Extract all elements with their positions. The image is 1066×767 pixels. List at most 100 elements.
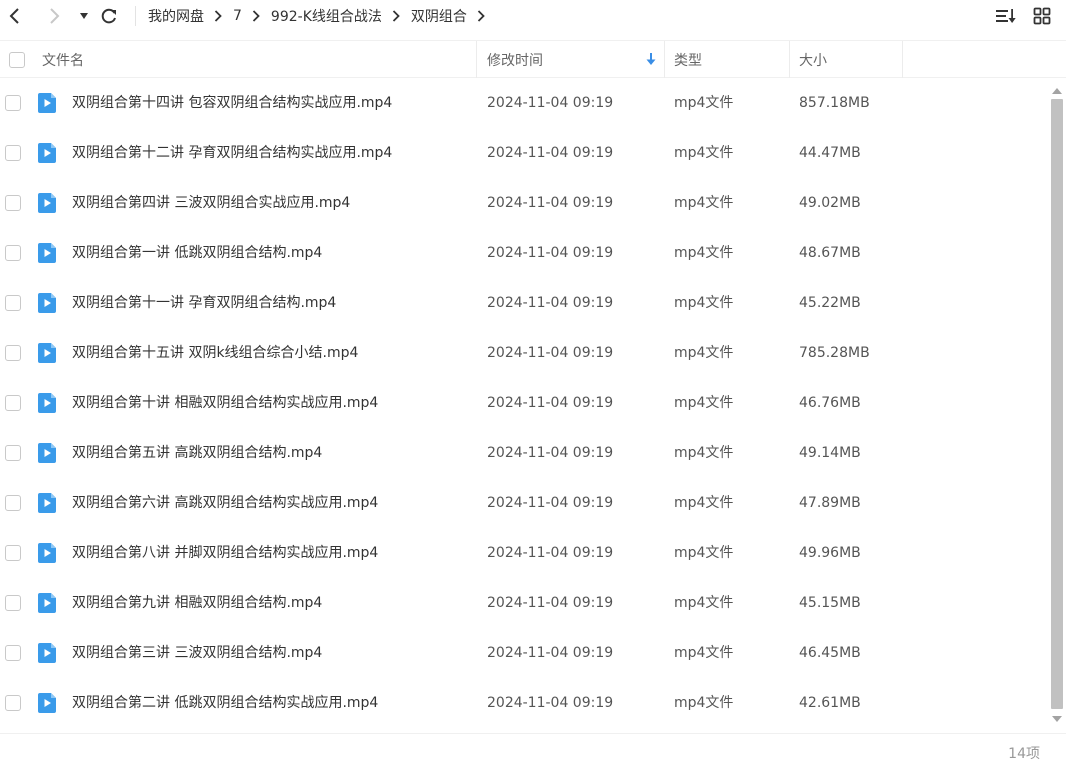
file-name[interactable]: 双阴组合第十四讲 包容双阴组合结构实战应用.mp4 [72,78,392,128]
breadcrumb-item-current[interactable]: 双阴组合 [411,6,467,26]
row-checkbox[interactable] [5,595,21,611]
scroll-down-arrow-icon[interactable] [1050,714,1064,726]
file-name[interactable]: 双阴组合第八讲 并脚双阴组合结构实战应用.mp4 [72,528,378,578]
file-row[interactable]: 双阴组合第十二讲 孕育双阴组合结构实战应用.mp4 2024-11-04 09:1… [0,128,1048,178]
file-row[interactable]: 双阴组合第十一讲 孕育双阴组合结构.mp4 2024-11-04 09:19 mp4… [0,278,1048,328]
row-checkbox[interactable] [5,195,21,211]
file-type: mp4文件 [674,445,734,461]
file-modified-time: 2024-11-04 09:19 [487,345,614,361]
row-checkbox[interactable] [5,545,21,561]
video-file-icon [38,243,56,263]
file-row[interactable]: 双阴组合第三讲 三波双阴组合结构.mp4 2024-11-04 09:19 mp4文… [0,628,1048,678]
column-header-time[interactable]: 修改时间 [487,41,543,78]
file-row[interactable]: 双阴组合第十讲 相融双阴组合结构实战应用.mp4 2024-11-04 09:19… [0,378,1048,428]
file-type: mp4文件 [674,195,734,211]
file-size: 49.96MB [799,545,861,561]
column-divider[interactable] [902,41,903,78]
file-name[interactable]: 双阴组合第六讲 高跳双阴组合结构实战应用.mp4 [72,478,378,528]
footer-divider [0,733,1066,734]
file-type: mp4文件 [674,595,734,611]
video-file-icon [38,693,56,713]
grid-view-icon [1033,7,1051,25]
file-modified-time: 2024-11-04 09:19 [487,195,614,211]
file-row[interactable]: 双阴组合第六讲 高跳双阴组合结构实战应用.mp4 2024-11-04 09:19… [0,478,1048,528]
column-header-name[interactable]: 文件名 [42,41,84,78]
scroll-up-arrow-icon[interactable] [1050,84,1064,96]
file-size: 45.22MB [799,295,861,311]
item-count: 14项 [1008,746,1040,762]
row-checkbox[interactable] [5,395,21,411]
file-row[interactable]: 双阴组合第五讲 高跳双阴组合结构.mp4 2024-11-04 09:19 mp4文… [0,428,1048,478]
row-checkbox[interactable] [5,295,21,311]
file-row[interactable]: 双阴组合第十四讲 包容双阴组合结构实战应用.mp4 2024-11-04 09:1… [0,78,1048,128]
file-type: mp4文件 [674,345,734,361]
file-modified-time: 2024-11-04 09:19 [487,145,614,161]
file-name[interactable]: 双阴组合第十五讲 双阴k线组合综合小结.mp4 [72,328,358,378]
row-checkbox[interactable] [5,245,21,261]
toolbar: 我的网盘 7 992-K线组合战法 双阴组合 [0,0,1066,32]
row-checkbox[interactable] [5,645,21,661]
file-name[interactable]: 双阴组合第二讲 低跳双阴组合结构实战应用.mp4 [72,678,378,728]
file-name[interactable]: 双阴组合第十讲 相融双阴组合结构实战应用.mp4 [72,378,378,428]
breadcrumb-item[interactable]: 我的网盘 [148,6,204,26]
video-file-icon [38,443,56,463]
video-file-icon [38,93,56,113]
file-type: mp4文件 [674,145,734,161]
video-file-icon [38,193,56,213]
row-checkbox[interactable] [5,95,21,111]
file-type: mp4文件 [674,545,734,561]
row-checkbox[interactable] [5,495,21,511]
table-header: 文件名 修改时间 类型 大小 [0,40,1066,78]
file-size: 49.02MB [799,195,861,211]
file-name[interactable]: 双阴组合第十二讲 孕育双阴组合结构实战应用.mp4 [72,128,392,178]
refresh-button[interactable] [97,4,121,28]
column-header-size[interactable]: 大小 [799,41,827,78]
breadcrumb-item[interactable]: 992-K线组合战法 [271,6,382,26]
file-row[interactable]: 双阴组合第十五讲 双阴k线组合综合小结.mp4 2024-11-04 09:19 m… [0,328,1048,378]
file-row[interactable]: 双阴组合第二讲 低跳双阴组合结构实战应用.mp4 2024-11-04 09:19… [0,678,1048,728]
toolbar-divider [135,6,136,26]
row-checkbox[interactable] [5,445,21,461]
column-divider[interactable] [476,41,477,78]
row-checkbox[interactable] [5,695,21,711]
file-modified-time: 2024-11-04 09:19 [487,395,614,411]
file-name[interactable]: 双阴组合第五讲 高跳双阴组合结构.mp4 [72,428,322,478]
file-size: 42.61MB [799,695,861,711]
file-modified-time: 2024-11-04 09:19 [487,695,614,711]
file-row[interactable]: 双阴组合第八讲 并脚双阴组合结构实战应用.mp4 2024-11-04 09:19… [0,528,1048,578]
file-type: mp4文件 [674,695,734,711]
file-name[interactable]: 双阴组合第三讲 三波双阴组合结构.mp4 [72,628,322,678]
row-checkbox[interactable] [5,345,21,361]
file-type: mp4文件 [674,495,734,511]
column-divider[interactable] [664,41,665,78]
breadcrumb-item[interactable]: 7 [233,8,242,24]
file-name[interactable]: 双阴组合第十一讲 孕育双阴组合结构.mp4 [72,278,336,328]
forward-button[interactable] [42,4,66,28]
file-row[interactable]: 双阴组合第四讲 三波双阴组合实战应用.mp4 2024-11-04 09:19 mp… [0,178,1048,228]
video-file-icon [38,593,56,613]
file-type: mp4文件 [674,645,734,661]
column-header-type[interactable]: 类型 [674,41,702,78]
scrollbar-thumb[interactable] [1051,99,1063,709]
sort-button[interactable] [994,5,1018,27]
row-checkbox[interactable] [5,145,21,161]
view-toggle-button[interactable] [1030,5,1054,27]
file-modified-time: 2024-11-04 09:19 [487,545,614,561]
file-row[interactable]: 双阴组合第九讲 相融双阴组合结构.mp4 2024-11-04 09:19 mp4文… [0,578,1048,628]
file-size: 857.18MB [799,95,870,111]
chevron-left-icon [9,8,19,24]
select-all-checkbox[interactable] [9,41,25,78]
file-size: 44.47MB [799,145,861,161]
file-name[interactable]: 双阴组合第九讲 相融双阴组合结构.mp4 [72,578,322,628]
file-name[interactable]: 双阴组合第一讲 低跳双阴组合结构.mp4 [72,228,322,278]
caret-down-icon [80,13,88,19]
column-divider[interactable] [789,41,790,78]
chevron-right-icon [214,10,222,22]
back-button[interactable] [3,4,27,28]
file-name[interactable]: 双阴组合第四讲 三波双阴组合实战应用.mp4 [72,178,350,228]
chevron-right-icon[interactable] [477,10,485,22]
history-dropdown-button[interactable] [72,4,96,28]
file-row[interactable]: 双阴组合第一讲 低跳双阴组合结构.mp4 2024-11-04 09:19 mp4文… [0,228,1048,278]
file-type: mp4文件 [674,95,734,111]
video-file-icon [38,293,56,313]
